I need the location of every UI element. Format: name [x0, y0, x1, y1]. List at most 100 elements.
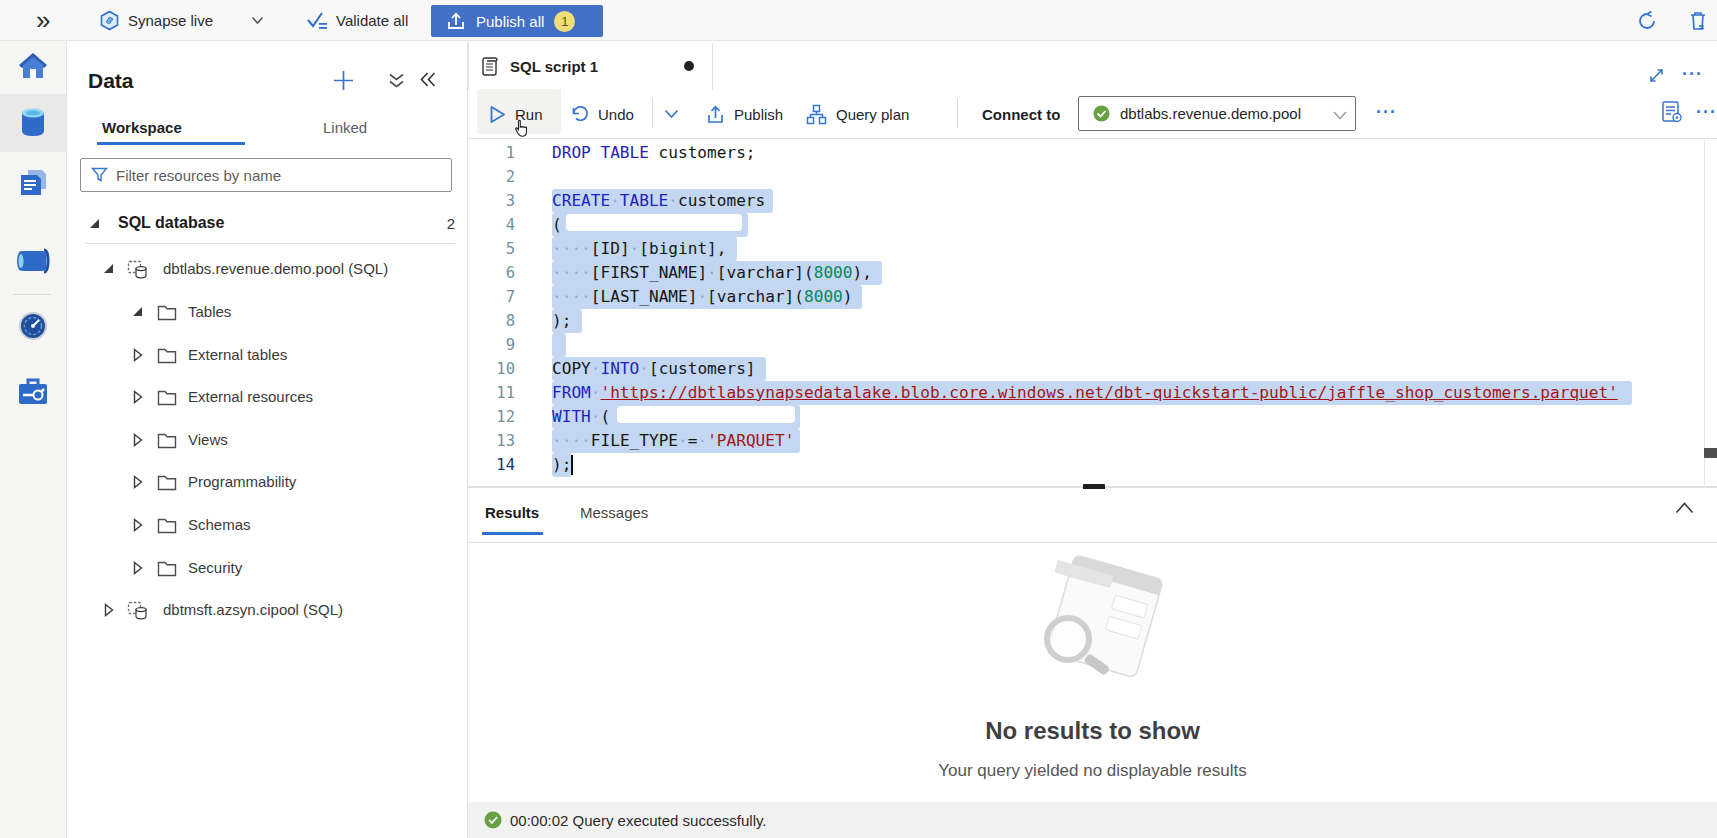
tree-item-sql-database[interactable]: SQL database 2	[67, 203, 467, 245]
rail-item-develop[interactable]	[0, 167, 66, 197]
connected-pool-name: dbtlabs.revenue.demo.pool	[1120, 105, 1301, 122]
monitor-icon	[17, 310, 49, 342]
code-content: DROP TABLE customers;CREATE·TABLE·custom…	[552, 141, 1618, 477]
collapsed-triangle-icon[interactable]	[133, 348, 143, 362]
rail-divider	[13, 294, 51, 295]
selection-highlight	[552, 333, 566, 357]
publish-label: Publish	[734, 106, 783, 123]
code-line: );	[552, 309, 1618, 333]
tree-label: SQL database	[118, 214, 224, 232]
tree-item[interactable]: Schemas	[67, 504, 467, 546]
toolbar-separator	[652, 98, 653, 128]
collapsed-triangle-icon[interactable]	[133, 390, 143, 404]
no-results-illustration	[1005, 553, 1180, 697]
settings-list-icon	[1660, 100, 1684, 124]
trash-icon	[1687, 10, 1709, 32]
editor-toolbar: Run Undo Publish Query plan Connect to d…	[468, 90, 1717, 139]
connect-to-dropdown[interactable]: dbtlabs.revenue.demo.pool	[1078, 96, 1356, 131]
expanded-triangle-icon[interactable]	[90, 219, 99, 228]
selection-gap	[617, 406, 795, 423]
session-settings-button[interactable]	[1660, 100, 1684, 128]
line-number: 7	[468, 285, 515, 309]
folder-icon	[157, 348, 177, 364]
database-count: 2	[437, 215, 455, 232]
run-icon	[489, 105, 506, 124]
tab-messages[interactable]: Messages	[580, 504, 648, 521]
tree-item[interactable]: dbtmsft.azsyn.cipool (SQL)	[67, 589, 467, 631]
collapse-results-button[interactable]	[1675, 500, 1694, 518]
refresh-icon	[1636, 10, 1658, 32]
sql-script-tab-title: SQL script 1	[510, 58, 598, 75]
collapsed-triangle-icon[interactable]	[133, 518, 143, 532]
sql-pool-icon	[127, 601, 147, 620]
dropdown-chevron-icon	[1333, 111, 1347, 120]
tree-divider	[85, 243, 455, 244]
line-number: 12	[468, 405, 515, 429]
code-line: DROP TABLE customers;	[552, 141, 1618, 165]
query-status-bar: 00:00:02 Query executed successfully.	[468, 802, 1717, 838]
query-plan-label: Query plan	[836, 106, 909, 123]
discard-button[interactable]	[1687, 0, 1709, 41]
code-line: ····[LAST_NAME]·[varchar](8000)	[552, 285, 1618, 309]
code-line: ····[FIRST_NAME]·[varchar](8000),	[552, 261, 1618, 285]
pipeline-icon	[15, 248, 51, 274]
line-number: 2	[468, 165, 515, 189]
collapsed-triangle-icon[interactable]	[104, 603, 114, 617]
chevron-up-icon	[1675, 502, 1694, 514]
rail-item-data[interactable]	[0, 107, 66, 139]
tab-more-actions[interactable]: ···	[1682, 64, 1703, 85]
publish-button[interactable]: Publish	[706, 90, 783, 138]
toolbar-more-actions[interactable]: ···	[1376, 102, 1397, 123]
left-icon-rail	[0, 41, 67, 838]
refresh-button[interactable]	[1636, 0, 1658, 41]
code-line: WITH·(	[552, 405, 1618, 429]
expand-editor-button[interactable]	[1647, 66, 1666, 89]
sql-script-tab[interactable]: SQL script 1	[468, 43, 713, 90]
collapsed-triangle-icon[interactable]	[133, 475, 143, 489]
tree-item[interactable]: Tables	[67, 291, 467, 333]
line-number: 5	[468, 237, 515, 261]
toolbox-icon	[17, 377, 49, 407]
undo-button[interactable]: Undo	[570, 90, 634, 138]
collapsed-triangle-icon[interactable]	[133, 433, 143, 447]
tab-results[interactable]: Results	[485, 504, 539, 521]
tree-item[interactable]: Views	[67, 419, 467, 461]
results-tab-underline	[482, 532, 543, 535]
line-number: 3	[468, 189, 515, 213]
line-number: 13	[468, 429, 515, 453]
rail-item-monitor[interactable]	[0, 310, 66, 342]
tree-item[interactable]: External resources	[67, 376, 467, 418]
data-explorer-panel: Data Workspace Linked Filter resources b…	[67, 41, 468, 838]
line-number: 9	[468, 333, 515, 357]
tree-item[interactable]: Programmability	[67, 461, 467, 503]
tree-item[interactable]: External tables	[67, 334, 467, 376]
folder-icon	[157, 390, 177, 406]
line-number: 6	[468, 261, 515, 285]
editor-scrollbar-track[interactable]	[1704, 140, 1717, 487]
expand-rail-icon[interactable]: »	[36, 0, 50, 41]
expanded-triangle-icon[interactable]	[133, 307, 142, 316]
rail-item-integrate[interactable]	[0, 248, 66, 274]
text-cursor	[571, 455, 573, 475]
line-number: 4	[468, 213, 515, 237]
code-line: COPY·INTO·[customers]	[552, 357, 1618, 381]
code-editor[interactable]: 1234567891011121314 DROP TABLE customers…	[468, 140, 1717, 488]
line-number: 11	[468, 381, 515, 405]
tree-item[interactable]: Security	[67, 547, 467, 589]
rail-item-home[interactable]	[0, 51, 66, 81]
query-plan-button[interactable]: Query plan	[806, 90, 909, 138]
selection-gap	[566, 214, 742, 231]
expand-icon	[1647, 66, 1666, 85]
run-options-chevron[interactable]	[664, 90, 679, 138]
line-number: 14	[468, 453, 515, 477]
editor-more-actions[interactable]: ···	[1696, 102, 1717, 123]
collapsed-triangle-icon[interactable]	[133, 561, 143, 575]
line-number: 10	[468, 357, 515, 381]
editor-scrollbar-thumb[interactable]	[1704, 448, 1717, 458]
expanded-triangle-icon[interactable]	[104, 264, 113, 273]
database-icon	[19, 107, 47, 139]
connect-to-label: Connect to	[982, 90, 1060, 138]
code-line: (	[552, 213, 1618, 237]
rail-item-manage[interactable]	[0, 377, 66, 407]
tree-item[interactable]: dbtlabs.revenue.demo.pool (SQL)	[67, 248, 467, 290]
